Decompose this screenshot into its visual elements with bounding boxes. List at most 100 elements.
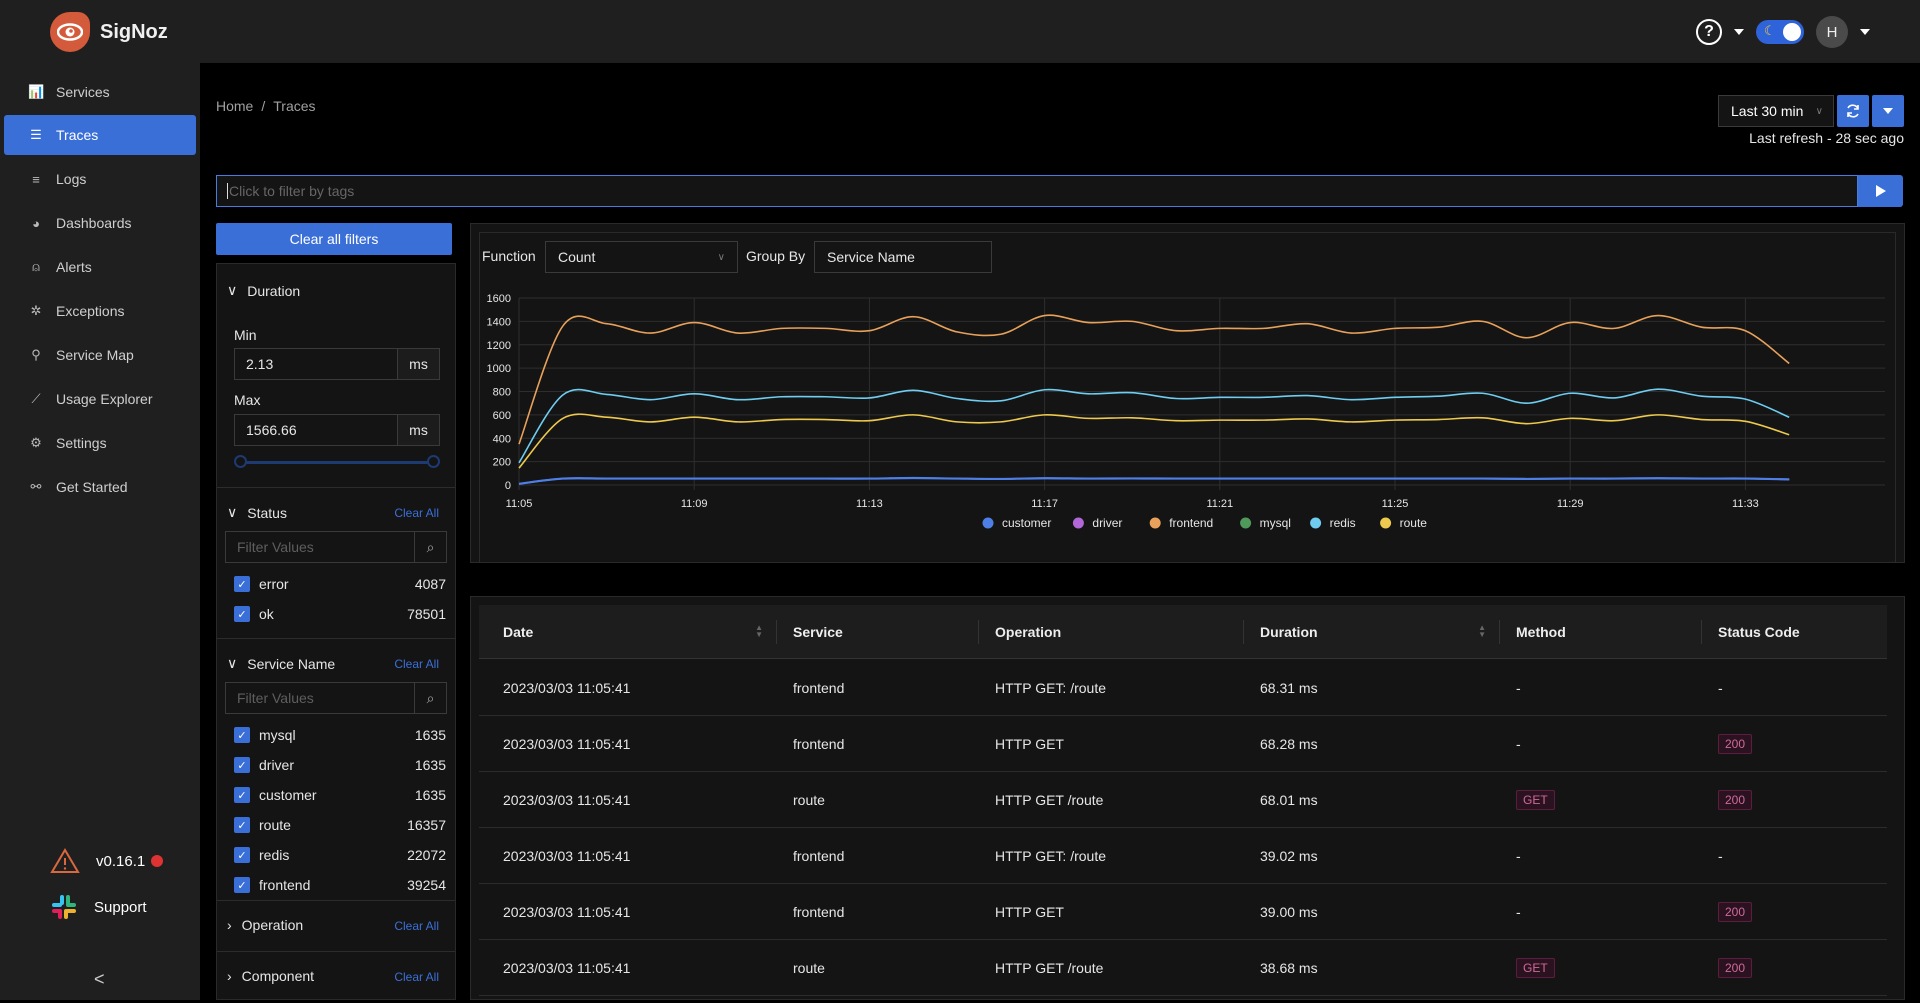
theme-toggle[interactable]: ☾ bbox=[1756, 20, 1804, 44]
service-name-header[interactable]: ∨ Service Name bbox=[227, 655, 335, 672]
component-clear-all[interactable]: Clear All bbox=[394, 970, 439, 984]
sidebar-item-exceptions[interactable]: ✲ Exceptions bbox=[4, 291, 196, 331]
cell-service: frontend bbox=[793, 716, 844, 771]
service-name-filter-search[interactable]: Filter Values ⌕ bbox=[225, 682, 447, 714]
filter-option[interactable]: ✓ driver 1635 bbox=[234, 754, 446, 776]
table-row[interactable]: 2023/03/03 11:05:41 route HTTP GET /route 3… bbox=[479, 940, 1887, 996]
filter-option-count: 1635 bbox=[414, 787, 446, 803]
cell-text: 2023/03/03 11:05:41 bbox=[503, 735, 631, 752]
filter-option[interactable]: ✓ customer 1635 bbox=[234, 784, 446, 806]
legend-marker-route bbox=[1380, 517, 1392, 529]
legend-label-mysql[interactable]: mysql bbox=[1260, 516, 1291, 530]
filter-option[interactable]: ✓ mysql 1635 bbox=[234, 724, 446, 746]
component-title: Component bbox=[241, 968, 315, 984]
legend-label-redis[interactable]: redis bbox=[1330, 516, 1356, 530]
cell-operation: HTTP GET /route bbox=[995, 940, 1103, 995]
cell-duration: 38.68 ms bbox=[1260, 940, 1318, 995]
list-icon: ☰ bbox=[30, 127, 42, 142]
table-row[interactable]: 2023/03/03 11:05:41 frontend HTTP GET 68.28… bbox=[479, 716, 1887, 772]
filter-option[interactable]: ✓ redis 22072 bbox=[234, 844, 446, 866]
slider-min-handle[interactable] bbox=[234, 455, 247, 468]
sidebar-item-services[interactable]: 📊 Services bbox=[4, 72, 196, 112]
table-row[interactable]: 2023/03/03 11:05:41 frontend HTTP GET: /ro… bbox=[479, 660, 1887, 716]
table-row[interactable]: 2023/03/03 11:05:41 frontend HTTP GET 39.00… bbox=[479, 884, 1887, 940]
filter-option[interactable]: ✓ ok 78501 bbox=[234, 603, 446, 625]
checkbox[interactable]: ✓ bbox=[234, 877, 250, 893]
slider-track bbox=[240, 461, 434, 464]
refresh-interval-dropdown[interactable] bbox=[1872, 95, 1904, 127]
duration-header[interactable]: ∨ Duration bbox=[227, 282, 300, 299]
cell-text: 2023/03/03 11:05:41 bbox=[503, 679, 631, 696]
legend-label-route[interactable]: route bbox=[1400, 516, 1428, 530]
cell-text: HTTP GET: /route bbox=[995, 679, 1106, 696]
filter-option-label: customer bbox=[259, 787, 317, 803]
table-row[interactable]: 2023/03/03 11:05:41 frontend HTTP GET: /ro… bbox=[479, 828, 1887, 884]
question-circle-icon[interactable]: ? bbox=[1696, 19, 1722, 45]
column-header-date[interactable]: Date ▲ ▼ bbox=[487, 605, 777, 659]
filter-option[interactable]: ✓ error 4087 bbox=[234, 573, 446, 595]
sidebar-item-dashboards[interactable]: ◕ Dashboards bbox=[4, 203, 196, 243]
checkbox[interactable]: ✓ bbox=[234, 817, 250, 833]
group-by-select[interactable]: Service Name bbox=[814, 241, 992, 273]
checkbox[interactable]: ✓ bbox=[234, 847, 250, 863]
search-icon[interactable]: ⌕ bbox=[414, 683, 446, 713]
tag-filter-input[interactable]: Click to filter by tags bbox=[216, 175, 1858, 207]
filter-option[interactable]: ✓ route 16357 bbox=[234, 814, 446, 836]
sidebar-item-traces[interactable]: ☰ Traces bbox=[4, 115, 196, 155]
duration-filter: ∨ Duration Min 2.13 ms Max 1566.66 ms bbox=[217, 264, 455, 488]
version-indicator[interactable]: v0.16.1 bbox=[50, 848, 164, 874]
checkbox[interactable]: ✓ bbox=[234, 757, 250, 773]
profile-caret-icon[interactable] bbox=[1860, 29, 1870, 35]
filter-option[interactable]: ✓ frontend 39254 bbox=[234, 874, 446, 896]
filter-option-count: 16357 bbox=[407, 817, 446, 833]
checkbox[interactable]: ✓ bbox=[234, 606, 250, 622]
table-row[interactable]: 2023/03/03 11:05:41 route HTTP GET /route 6… bbox=[479, 772, 1887, 828]
time-range-select[interactable]: Last 30 min ∨ bbox=[1718, 95, 1834, 127]
help-caret-icon[interactable] bbox=[1734, 29, 1744, 35]
checkbox[interactable]: ✓ bbox=[234, 787, 250, 803]
max-duration-input[interactable]: 1566.66 ms bbox=[234, 414, 440, 446]
collapse-sidebar-icon[interactable]: < bbox=[94, 969, 105, 990]
status-header[interactable]: ∨ Status bbox=[227, 504, 287, 521]
legend-label-customer[interactable]: customer bbox=[1002, 516, 1051, 530]
sort-icon[interactable]: ▲ ▼ bbox=[755, 624, 763, 639]
status-filter-search[interactable]: Filter Values ⌕ bbox=[225, 531, 447, 563]
slider-max-handle[interactable] bbox=[427, 455, 440, 468]
logo[interactable]: SigNoz bbox=[50, 12, 168, 52]
column-header-label: Service bbox=[793, 624, 843, 640]
cell-date: 2023/03/03 11:05:41 bbox=[503, 884, 630, 939]
refresh-button[interactable] bbox=[1837, 95, 1869, 127]
sidebar-item-service-map[interactable]: ⚲ Service Map bbox=[4, 335, 196, 375]
column-header-duration[interactable]: Duration ▲ ▼ bbox=[1244, 605, 1500, 659]
checkbox[interactable]: ✓ bbox=[234, 727, 250, 743]
operation-header[interactable]: › Operation bbox=[227, 917, 303, 933]
avatar[interactable]: H bbox=[1816, 16, 1848, 48]
service-name-clear-all[interactable]: Clear All bbox=[394, 657, 439, 671]
duration-slider[interactable] bbox=[234, 455, 440, 469]
status-clear-all[interactable]: Clear All bbox=[394, 506, 439, 520]
gear-icon: ⚙ bbox=[30, 435, 42, 450]
run-query-button[interactable] bbox=[1858, 175, 1903, 207]
cell-text: 39.02 ms bbox=[1260, 847, 1318, 864]
sidebar-item-logs[interactable]: ≡ Logs bbox=[4, 159, 196, 199]
cell-service: frontend bbox=[793, 660, 844, 715]
checkbox[interactable]: ✓ bbox=[234, 576, 250, 592]
sidebar-item-get-started[interactable]: ⚯ Get Started bbox=[4, 467, 196, 507]
cell-text: HTTP GET /route bbox=[995, 791, 1104, 808]
legend-label-driver[interactable]: driver bbox=[1092, 516, 1122, 530]
min-duration-input[interactable]: 2.13 ms bbox=[234, 348, 440, 380]
clear-all-filters-button[interactable]: Clear all filters bbox=[216, 223, 452, 255]
cell-text: - bbox=[1516, 903, 1521, 920]
component-header[interactable]: › Component bbox=[227, 968, 314, 984]
breadcrumb-home[interactable]: Home bbox=[216, 98, 253, 114]
sidebar-item-alerts[interactable]: ⍝ Alerts bbox=[4, 247, 196, 287]
sidebar-item-label: Exceptions bbox=[56, 303, 125, 319]
operation-clear-all[interactable]: Clear All bbox=[394, 919, 439, 933]
function-select[interactable]: Count ∨ bbox=[545, 241, 738, 273]
support-link[interactable]: Support bbox=[50, 893, 147, 921]
search-icon[interactable]: ⌕ bbox=[414, 532, 446, 562]
legend-label-frontend[interactable]: frontend bbox=[1169, 516, 1213, 530]
sidebar-item-settings[interactable]: ⚙ Settings bbox=[4, 423, 196, 463]
sidebar-item-usage-explorer[interactable]: ⟋ Usage Explorer bbox=[4, 379, 196, 419]
sort-icon[interactable]: ▲ ▼ bbox=[1478, 624, 1486, 639]
